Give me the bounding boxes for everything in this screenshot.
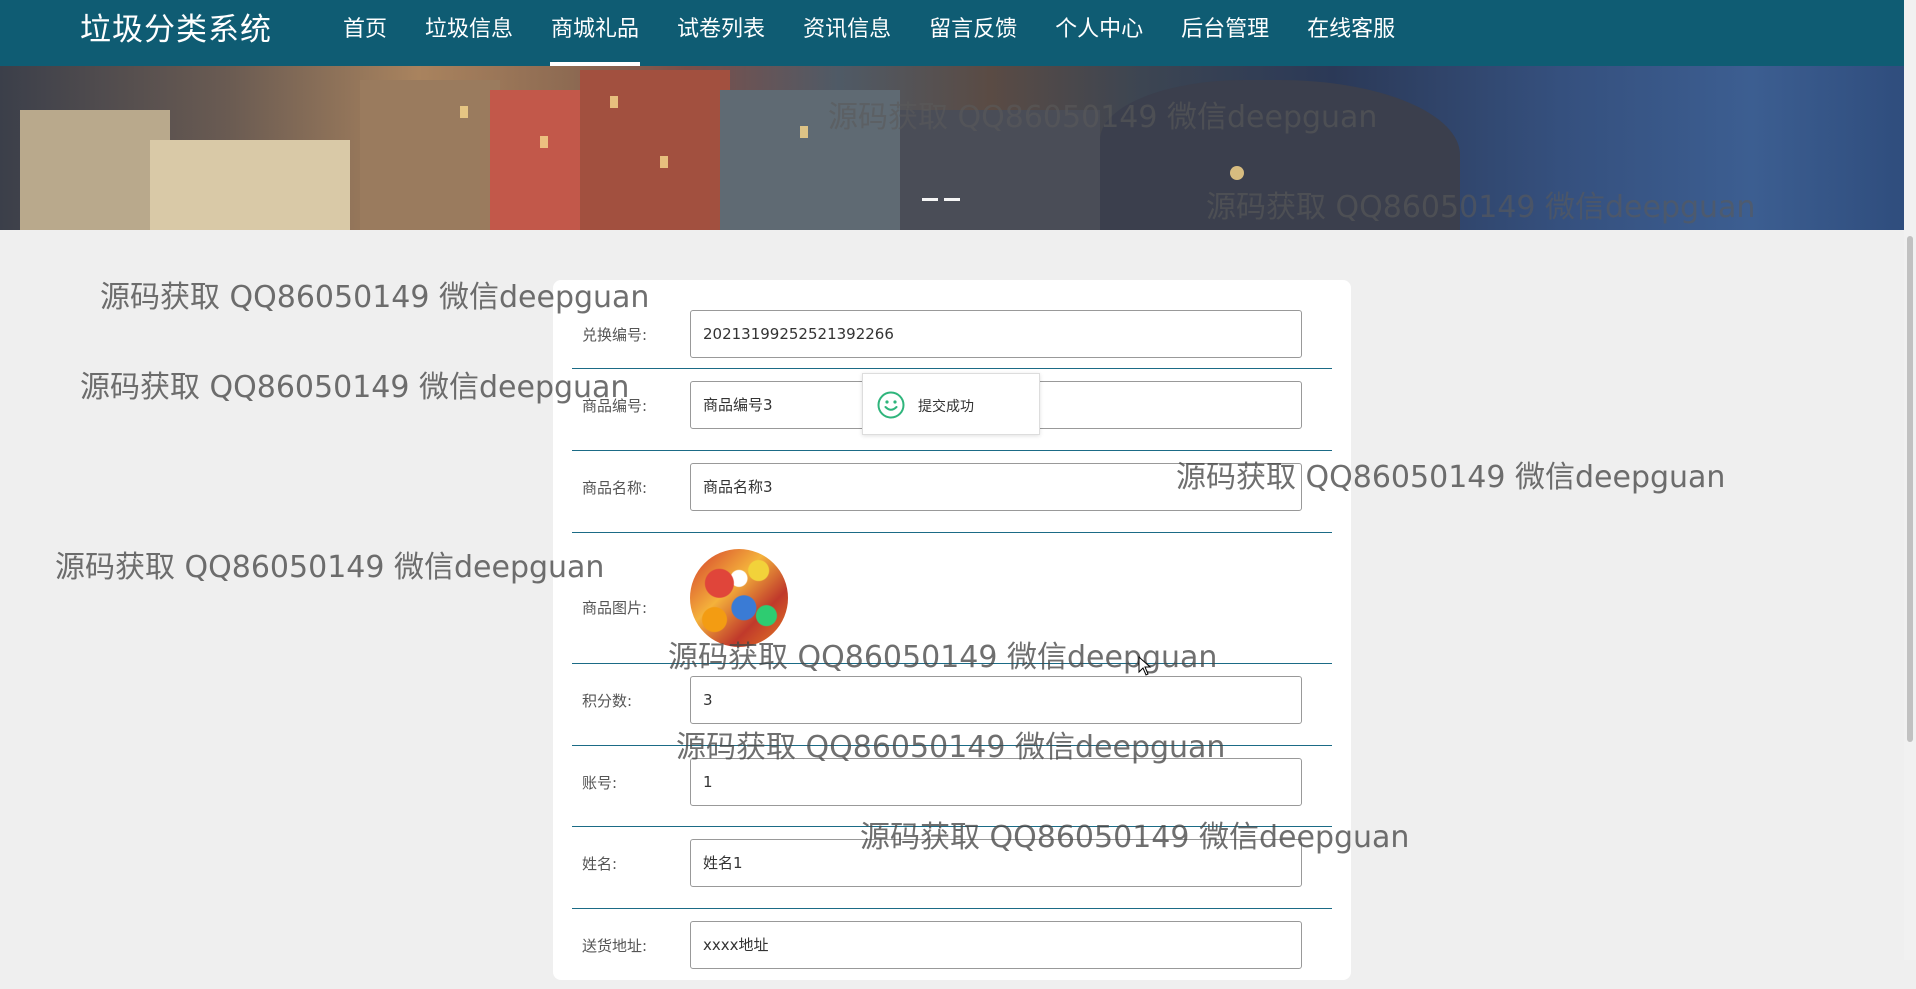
banner-window	[460, 106, 468, 118]
field-label: 账号:	[582, 774, 618, 792]
mouse-cursor-icon	[1138, 656, 1152, 676]
account-field[interactable]: 1	[690, 758, 1302, 806]
top-nav-bar: 垃圾分类系统 首页 垃圾信息 商城礼品 试卷列表 资讯信息 留言反馈 个人中心 …	[0, 0, 1904, 66]
smile-icon	[877, 391, 905, 419]
watermark: 源码获取 QQ86050149 微信deepguan	[55, 550, 605, 585]
watermark: 源码获取 QQ86050149 微信deepguan	[80, 370, 630, 405]
field-label: 兑换编号:	[582, 326, 648, 344]
banner-window	[800, 126, 808, 138]
form-row-exchange-no: 兑换编号: 20213199252521392266	[572, 300, 1332, 369]
field-label: 商品图片:	[582, 599, 648, 617]
nav-item-gift-mall[interactable]: 商城礼品	[532, 0, 658, 66]
exchange-no-field[interactable]: 20213199252521392266	[690, 310, 1302, 358]
points-field[interactable]: 3	[690, 676, 1302, 724]
banner-building	[580, 70, 730, 230]
form-row-name: 姓名: 姓名1	[572, 827, 1332, 909]
address-field[interactable]: xxxx地址	[690, 921, 1302, 969]
banner-window	[1230, 166, 1244, 180]
banner-window	[610, 96, 618, 108]
nav-item-home[interactable]: 首页	[324, 0, 406, 66]
form-row-product-image: 商品图片:	[572, 533, 1332, 664]
banner-rock	[1100, 80, 1460, 230]
page-scrollbar[interactable]	[1904, 0, 1916, 960]
banner-building	[720, 90, 900, 230]
product-name-field[interactable]: 商品名称3	[690, 463, 1302, 511]
form-row-points: 积分数: 3	[572, 664, 1332, 746]
banner-building	[360, 80, 500, 230]
toast-message: 提交成功	[918, 399, 974, 415]
field-label: 姓名:	[582, 855, 618, 873]
success-toast: 提交成功	[862, 373, 1040, 435]
field-label: 积分数:	[582, 692, 633, 710]
banner-building	[490, 90, 580, 230]
name-field[interactable]: 姓名1	[690, 839, 1302, 887]
carousel-dot[interactable]	[922, 198, 938, 201]
field-label: 送货地址:	[582, 937, 648, 955]
carousel-indicators	[922, 198, 960, 201]
banner-building	[150, 140, 350, 230]
field-label: 商品名称:	[582, 479, 648, 497]
banner-building	[20, 110, 170, 230]
nav-item-exam-list[interactable]: 试卷列表	[658, 0, 784, 66]
nav-menu: 首页 垃圾信息 商城礼品 试卷列表 资讯信息 留言反馈 个人中心 后台管理 在线…	[324, 0, 1414, 66]
form-row-account: 账号: 1	[572, 746, 1332, 827]
nav-item-customer-service[interactable]: 在线客服	[1288, 0, 1414, 66]
banner-window	[660, 156, 668, 168]
banner-window	[540, 136, 548, 148]
form-row-product-name: 商品名称: 商品名称3	[572, 451, 1332, 533]
scrollbar-thumb[interactable]	[1907, 236, 1913, 742]
carousel-dot[interactable]	[944, 198, 960, 201]
nav-item-feedback[interactable]: 留言反馈	[910, 0, 1036, 66]
nav-item-admin[interactable]: 后台管理	[1162, 0, 1288, 66]
nav-item-news[interactable]: 资讯信息	[784, 0, 910, 66]
form-row-address: 送货地址: xxxx地址	[572, 909, 1332, 989]
nav-item-garbage-info[interactable]: 垃圾信息	[406, 0, 532, 66]
field-label: 商品编号:	[582, 397, 648, 415]
site-title: 垃圾分类系统	[80, 12, 272, 48]
nav-item-personal-center[interactable]: 个人中心	[1036, 0, 1162, 66]
product-image[interactable]	[690, 549, 788, 647]
banner-carousel	[0, 66, 1904, 230]
banner-building	[900, 110, 1100, 230]
